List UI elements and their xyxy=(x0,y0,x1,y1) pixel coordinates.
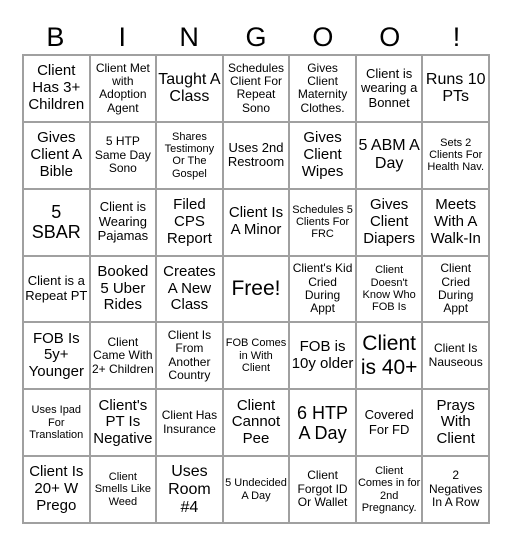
bingo-cell[interactable]: Schedules 5 Clients For FRC xyxy=(289,188,356,256)
header-letter: ! xyxy=(452,22,461,52)
bingo-cell[interactable]: Gives Client A Bible xyxy=(23,121,90,189)
header-letter: O xyxy=(379,22,401,52)
bingo-cell[interactable]: Client Forgot ID Or Wallet xyxy=(289,456,356,523)
header-letter: O xyxy=(312,22,334,52)
bingo-cell[interactable]: Client's PT Is Negative xyxy=(89,389,157,457)
bingo-cell[interactable]: Shares Testimony Or The Gospel xyxy=(156,121,223,189)
bingo-card: Client Has 3+ Children Client Met with A… xyxy=(22,54,490,524)
bingo-cell[interactable]: Client Met with Adoption Agent xyxy=(89,55,157,122)
bingo-cell[interactable]: Sets 2 Clients For Health Nav. xyxy=(422,121,489,189)
bingo-cell[interactable]: Uses Room #4 xyxy=(156,456,223,523)
bingo-cell[interactable]: Gives Client Wipes xyxy=(289,121,356,189)
bingo-cell[interactable]: 5 ABM A Day xyxy=(355,121,423,189)
bingo-cell[interactable]: 2 Negatives In A Row xyxy=(422,456,489,523)
bingo-cell[interactable]: Client's Kid Cried During Appt xyxy=(289,255,356,323)
bingo-cell[interactable]: Taught A Class xyxy=(156,55,223,122)
bingo-cell[interactable]: Gives Client Maternity Clothes. xyxy=(289,55,356,122)
bingo-header: B I N G O O ! xyxy=(22,20,490,54)
bingo-cell[interactable]: Filed CPS Report xyxy=(156,188,223,256)
bingo-cell[interactable]: 5 SBAR xyxy=(23,188,90,256)
bingo-cell[interactable]: 6 HTP A Day xyxy=(289,389,356,457)
header-letter: G xyxy=(245,22,267,52)
bingo-cell[interactable]: Schedules Client For Repeat Sono xyxy=(222,55,290,122)
header-letter: I xyxy=(118,22,127,52)
bingo-cell[interactable]: Uses Ipad For Translation xyxy=(23,389,90,457)
bingo-cell[interactable]: Client is 40+ xyxy=(355,322,423,390)
bingo-cell[interactable]: Client Is From Another Country xyxy=(156,322,223,390)
bingo-cell[interactable]: Client Came With 2+ Children xyxy=(89,322,157,390)
bingo-cell[interactable]: Client Cried During Appt xyxy=(422,255,489,323)
bingo-cell[interactable]: Client Is A Minor xyxy=(222,188,290,256)
bingo-cell[interactable]: Gives Client Diapers xyxy=(355,188,423,256)
bingo-cell[interactable]: Runs 10 PTs xyxy=(422,55,489,122)
free-space-cell[interactable]: Free! xyxy=(222,255,290,323)
bingo-cell[interactable]: Client Smells Like Weed xyxy=(89,456,157,523)
header-letter: N xyxy=(179,22,199,52)
bingo-cell[interactable]: Client Is Nauseous xyxy=(422,322,489,390)
header-letter: B xyxy=(46,22,65,52)
bingo-cell[interactable]: FOB is 10y older xyxy=(289,322,356,390)
bingo-cell[interactable]: Creates A New Class xyxy=(156,255,223,323)
bingo-cell[interactable]: FOB Is 5y+ Younger xyxy=(23,322,90,390)
bingo-cell[interactable]: Meets With A Walk-In xyxy=(422,188,489,256)
bingo-cell[interactable]: Covered For FD xyxy=(355,389,423,457)
bingo-cell[interactable]: Client Has Insurance xyxy=(156,389,223,457)
bingo-cell[interactable]: Uses 2nd Restroom xyxy=(222,121,290,189)
bingo-cell[interactable]: 5 Undecided A Day xyxy=(222,456,290,523)
bingo-cell[interactable]: Client Comes in for 2nd Pregnancy. xyxy=(355,456,423,523)
bingo-cell[interactable]: Client Has 3+ Children xyxy=(23,55,90,122)
bingo-cell[interactable]: Client is Wearing Pajamas xyxy=(89,188,157,256)
bingo-cell[interactable]: Client is a Repeat PT xyxy=(23,255,90,323)
bingo-cell[interactable]: 5 HTP Same Day Sono xyxy=(89,121,157,189)
bingo-cell[interactable]: Client is wearing a Bonnet xyxy=(355,55,423,122)
bingo-cell[interactable]: Client Is 20+ W Prego xyxy=(23,456,90,523)
bingo-cell[interactable]: Client Cannot Pee xyxy=(222,389,290,457)
bingo-cell[interactable]: Client Doesn't Know Who FOB Is xyxy=(355,255,423,323)
bingo-cell[interactable]: Prays With Client xyxy=(422,389,489,457)
bingo-cell[interactable]: Booked 5 Uber Rides xyxy=(89,255,157,323)
bingo-cell[interactable]: FOB Comes in With Client xyxy=(222,322,290,390)
